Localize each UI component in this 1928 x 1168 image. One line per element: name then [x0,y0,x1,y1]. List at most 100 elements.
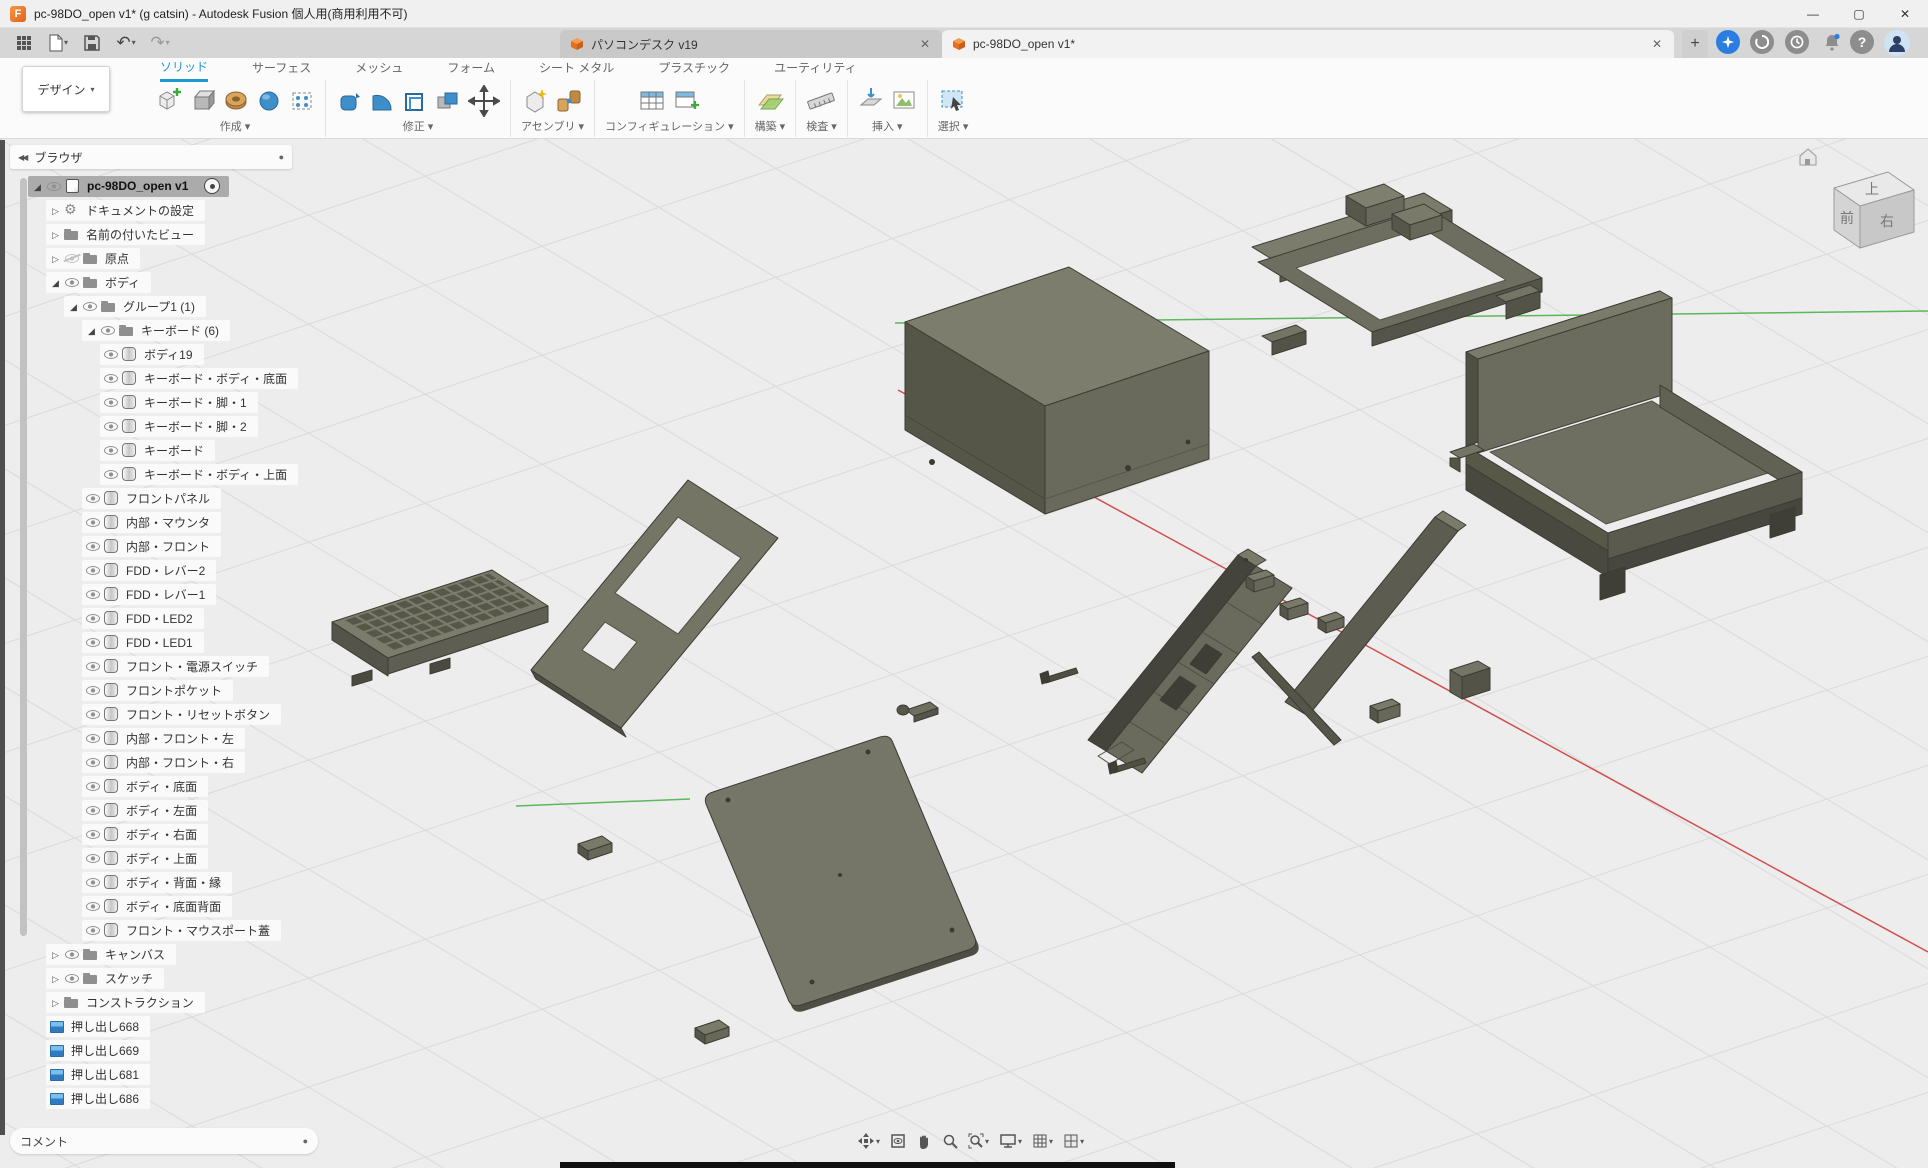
comment-bar[interactable]: コメント ● [10,1128,318,1154]
pattern-icon[interactable] [289,85,315,115]
tree-item[interactable]: 原点 [0,246,298,270]
select-icon[interactable] [939,85,967,115]
tree-item[interactable]: 内部・マウンタ [0,510,298,534]
group-label-inspect[interactable]: 検査 ▾ [806,118,837,134]
tree-item[interactable]: ボディ・底面背面 [0,894,298,918]
expand-arrow-icon[interactable] [48,251,63,265]
group-label-configuration[interactable]: コンフィギュレーション ▾ [605,118,734,134]
tree-item[interactable]: ボディ19 [0,342,298,366]
save-icon[interactable] [82,33,102,53]
visibility-eye-icon[interactable] [84,679,103,701]
visibility-eye-icon[interactable] [63,967,82,989]
visibility-eye-icon[interactable] [84,799,103,821]
tree-item[interactable]: 内部・フロント・右 [0,750,298,774]
expand-arrow-icon[interactable] [48,203,63,217]
visibility-eye-icon[interactable] [84,655,103,677]
grid-settings-icon[interactable]: ▾ [1030,1128,1055,1154]
group-label-select[interactable]: 選択 ▾ [938,118,969,134]
assemble-component-icon[interactable] [522,85,548,115]
insert-mesh-icon[interactable] [858,85,884,115]
canvas-image-icon[interactable] [891,85,917,115]
visibility-eye-icon[interactable] [63,247,82,269]
combine-icon[interactable] [435,86,461,116]
notifications-icon[interactable] [1820,30,1844,54]
visibility-eye-icon[interactable] [84,751,103,773]
redo-icon[interactable]: ↷▾ [150,33,170,53]
expand-arrow-icon[interactable] [48,227,63,241]
visibility-eye-icon[interactable] [84,631,103,653]
tree-item[interactable]: ボディ・右面 [0,822,298,846]
fit-icon[interactable]: ▾ [966,1128,991,1154]
close-button[interactable]: ✕ [1882,0,1928,27]
visibility-eye-icon[interactable] [99,319,118,341]
tree-item[interactable]: キーボード [0,438,298,462]
tree-item[interactable]: 押し出し681 [0,1062,298,1086]
extrude-icon[interactable] [190,85,216,115]
comment-handle-icon[interactable]: ● [303,1136,308,1146]
look-at-icon[interactable] [888,1128,908,1154]
job-status-icon[interactable] [1750,30,1774,54]
browser-panel-header[interactable]: ◀◀ ブラウザ ● [10,145,292,169]
visibility-eye-icon[interactable] [63,271,82,293]
configuration-add-icon[interactable] [673,85,701,115]
tab-form[interactable]: フォーム [447,58,495,80]
document-tab-2[interactable]: pc-98DO_open v1* ✕ [942,30,1674,58]
undo-icon[interactable]: ↶▾ [116,33,136,53]
panel-handle-icon[interactable]: ● [279,152,284,162]
tree-item[interactable]: キャンバス [0,942,298,966]
group-label-create[interactable]: 作成 ▾ [220,118,251,134]
tree-item[interactable]: FDD・LED1 [0,630,298,654]
visibility-eye-icon[interactable] [84,487,103,509]
home-icon[interactable] [1800,149,1816,165]
document-tab-1[interactable]: パソコンデスク v19 ✕ [560,30,942,58]
expand-arrow-icon[interactable] [48,947,63,961]
joint-icon[interactable] [555,85,583,115]
visibility-eye-icon[interactable] [84,559,103,581]
activate-component-radio[interactable] [204,178,220,194]
tree-item[interactable]: ボディ・左面 [0,798,298,822]
visibility-eye-icon[interactable] [84,607,103,629]
tree-item[interactable]: 押し出し669 [0,1038,298,1062]
new-component-icon[interactable] [155,85,183,115]
tree-item[interactable]: フロント・リセットボタン [0,702,298,726]
view-cube[interactable]: 上 前 右 [1790,138,1928,258]
visibility-eye-icon[interactable] [102,463,121,485]
app-grid-icon[interactable] [14,33,34,53]
shell-icon[interactable] [402,86,428,116]
visibility-eye-icon[interactable] [102,415,121,437]
close-tab-icon[interactable]: ✕ [1650,37,1664,51]
file-menu-icon[interactable]: ▾ [48,33,68,53]
new-document-tab-button[interactable]: + [1682,30,1708,58]
visibility-eye-icon[interactable] [63,943,82,965]
sphere-icon[interactable] [256,85,282,115]
viewcube-right-label[interactable]: 右 [1880,213,1894,229]
visibility-eye-icon[interactable] [45,175,64,197]
tree-item[interactable]: グループ1 (1) [0,294,298,318]
visibility-eye-icon[interactable] [84,775,103,797]
tree-item[interactable]: フロント・マウスポート蓋 [0,918,298,942]
tree-item[interactable]: キーボード・脚・2 [0,414,298,438]
visibility-eye-icon[interactable] [102,391,121,413]
tree-item[interactable]: pc-98DO_open v1 [0,174,298,198]
tree-item[interactable]: FDD・レバー2 [0,558,298,582]
tree-item[interactable]: キーボード・脚・1 [0,390,298,414]
visibility-eye-icon[interactable] [84,511,103,533]
tree-item[interactable]: フロントポケット [0,678,298,702]
visibility-eye-icon[interactable] [84,823,103,845]
visibility-eye-icon[interactable] [84,727,103,749]
profile-avatar[interactable] [1884,30,1910,56]
visibility-eye-icon[interactable] [84,583,103,605]
tree-item[interactable]: ボディ・底面 [0,774,298,798]
collapse-panel-icon[interactable]: ◀◀ [18,153,26,162]
tree-item[interactable]: スケッチ [0,966,298,990]
expand-arrow-icon[interactable] [30,179,45,193]
configuration-table-icon[interactable] [638,85,666,115]
tab-plastic[interactable]: プラスチック [658,58,730,80]
visibility-eye-icon[interactable] [102,367,121,389]
viewcube-front-label[interactable]: 前 [1840,210,1854,226]
fillet-icon[interactable] [369,86,395,116]
tree-item[interactable]: 押し出し668 [0,1014,298,1038]
tree-item[interactable]: FDD・LED2 [0,606,298,630]
tree-item[interactable]: キーボード・ボディ・上面 [0,462,298,486]
zoom-icon[interactable] [940,1128,960,1154]
